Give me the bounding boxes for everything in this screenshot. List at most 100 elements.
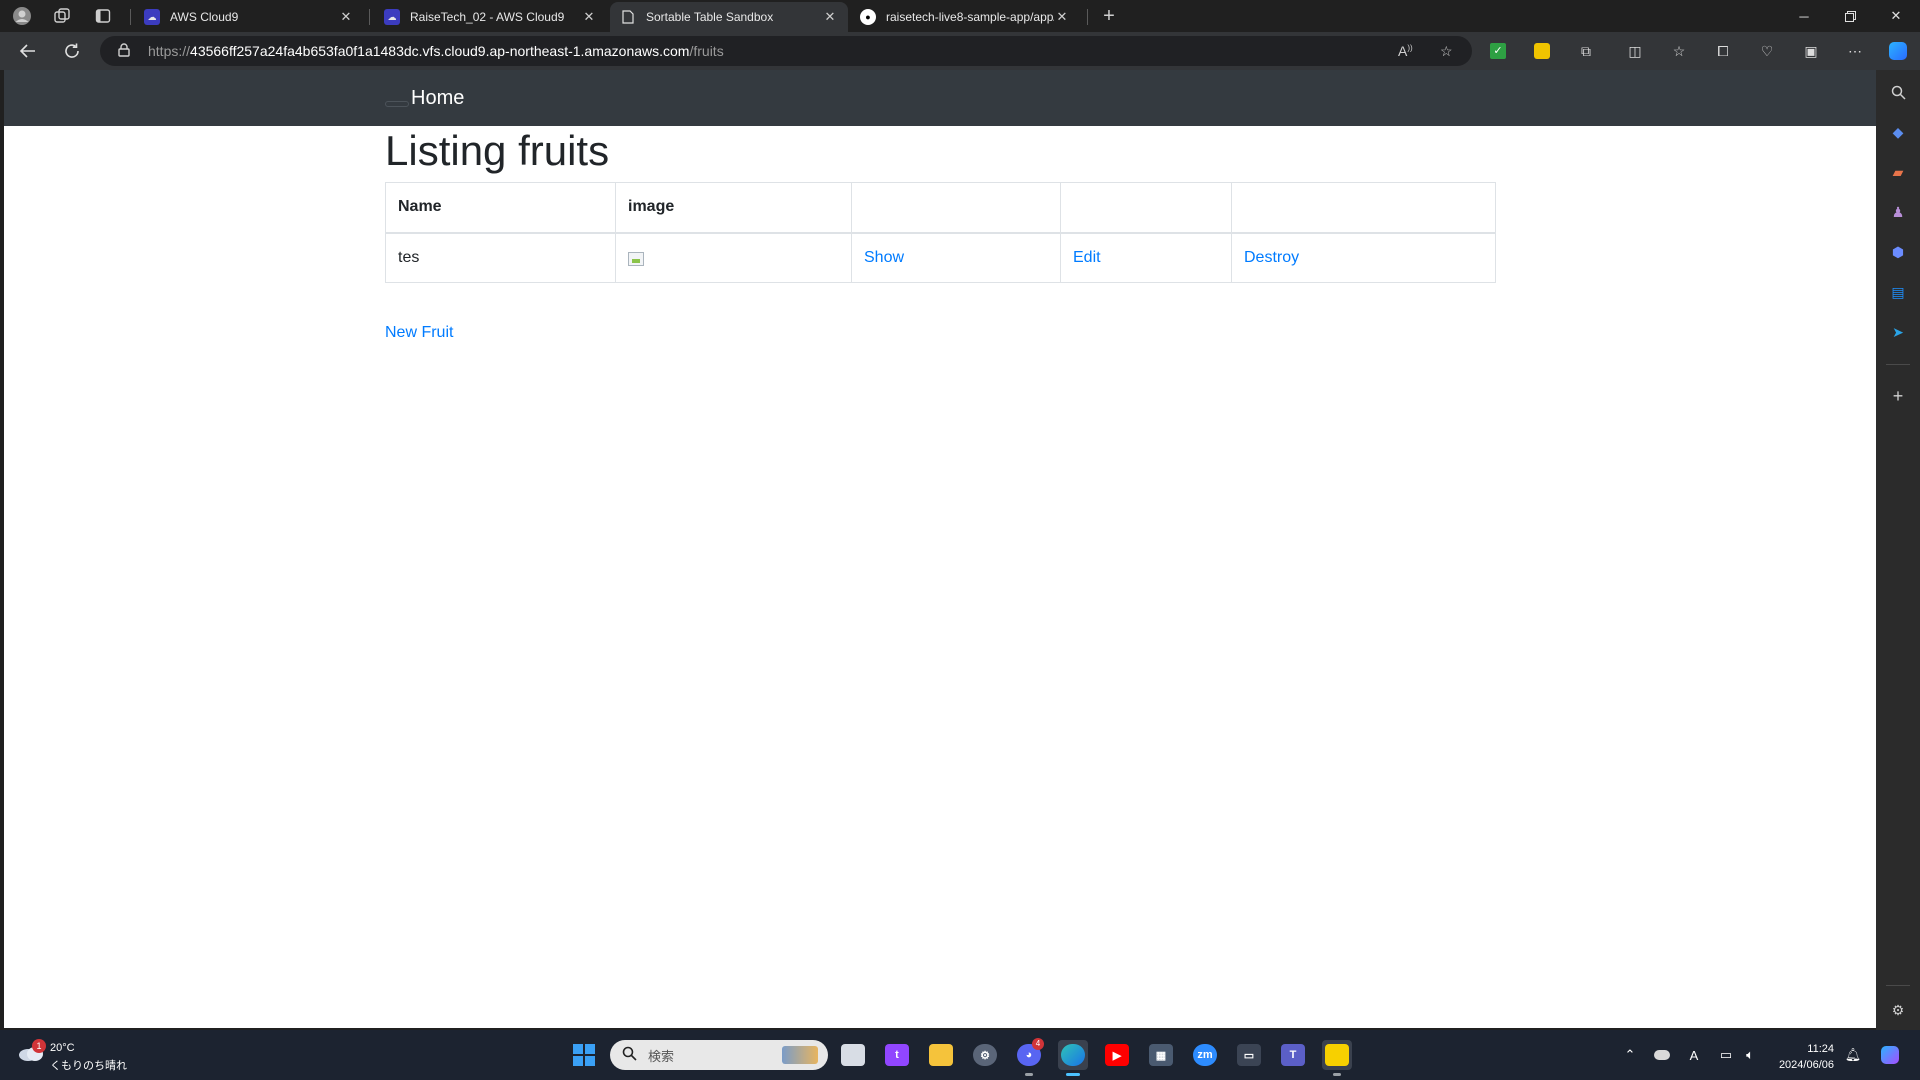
file-explorer-icon[interactable] — [926, 1040, 956, 1070]
games-icon[interactable]: ♟ — [1886, 200, 1910, 224]
new-tab-icon[interactable]: + — [1097, 4, 1121, 28]
sticky-notes-icon[interactable] — [1322, 1040, 1352, 1076]
minimize-icon[interactable]: ─ — [1781, 0, 1827, 32]
back-icon[interactable] — [16, 39, 40, 63]
favorite-star-icon[interactable]: ☆ — [1440, 43, 1453, 60]
volume-icon[interactable]: 🔈︎ — [1740, 1045, 1760, 1065]
close-window-icon[interactable]: ✕ — [1873, 0, 1919, 32]
microsoft-365-icon[interactable]: ⬢ — [1886, 240, 1910, 264]
table-row: tes Show Edit Destroy — [385, 232, 1496, 283]
twitch-icon[interactable]: t — [882, 1040, 912, 1070]
tab-sortable-table-sandbox[interactable]: Sortable Table Sandbox ✕ — [610, 2, 848, 32]
zoom-icon[interactable]: zm — [1190, 1040, 1220, 1070]
extensions-puzzle-icon[interactable]: ⧉ — [1574, 39, 1598, 63]
destroy-cell: Destroy — [1231, 232, 1496, 283]
split-screen-icon[interactable]: ◫ — [1623, 39, 1647, 63]
settings-more-icon[interactable]: ⋯ — [1843, 39, 1867, 63]
edge-sidebar: ◆ ▰ ♟ ⬢ ▤ ➤ + ⚙ — [1876, 70, 1920, 1030]
workspaces-icon[interactable] — [50, 4, 74, 28]
calculator-icon[interactable]: ▦ — [1146, 1040, 1176, 1070]
tab-github-raisetech[interactable]: ● raisetech-live8-sample-app/app/ ✕ — [850, 2, 1080, 32]
browser-tab-strip: ☁ AWS Cloud9 ✕ ☁ RaiseTech_02 - AWS Clou… — [0, 0, 1920, 32]
network-icon[interactable]: ▭ — [1716, 1045, 1736, 1065]
windows-start-icon[interactable] — [569, 1040, 599, 1070]
clock-time: 11:24 — [1807, 1043, 1834, 1055]
teams-icon[interactable]: T — [1278, 1040, 1308, 1070]
favorites-icon[interactable]: ☆ — [1667, 39, 1691, 63]
weather-temperature: 20°C — [50, 1042, 75, 1054]
active-indicator — [1066, 1073, 1080, 1076]
browser-toolbar: https://43566ff257a24fa4b653fa0f1a1483dc… — [0, 32, 1920, 70]
weather-description: くもりのち晴れ — [50, 1060, 127, 1072]
show-link[interactable]: Show — [864, 249, 904, 266]
search-icon — [622, 1046, 640, 1065]
copilot-taskbar-icon[interactable] — [1880, 1045, 1900, 1065]
keyboard-icon[interactable]: ▭ — [1234, 1040, 1264, 1070]
discord-icon[interactable]: ◕ 4 — [1014, 1038, 1044, 1076]
show-hidden-icons-chevron-icon[interactable]: ⌃ — [1620, 1045, 1640, 1065]
edge-icon[interactable] — [1058, 1040, 1088, 1076]
navbar-brand-home-link[interactable]: Home — [411, 87, 464, 110]
outlook-icon[interactable]: ▤ — [1886, 280, 1910, 304]
tab-close-icon[interactable]: ✕ — [822, 9, 838, 25]
destroy-link[interactable]: Destroy — [1244, 249, 1299, 266]
profile-icon[interactable] — [10, 4, 34, 28]
read-aloud-icon[interactable]: A)) — [1398, 43, 1413, 59]
vertical-tabs-icon[interactable] — [91, 4, 115, 28]
shopping-tag-icon[interactable]: ◆ — [1886, 120, 1910, 144]
onedrive-icon[interactable] — [1652, 1045, 1672, 1065]
url-path: /fruits — [689, 43, 724, 59]
collections-icon[interactable]: ⧠ — [1711, 39, 1735, 63]
tab-separator — [1087, 9, 1088, 25]
search-icon[interactable] — [1886, 80, 1910, 104]
tab-close-icon[interactable]: ✕ — [1054, 9, 1070, 25]
windows-taskbar: 1 20°C くもりのち晴れ 検索 t ⚙ ◕ 4 ▶ ▦ zm ▭ T ⌃ A… — [0, 1030, 1920, 1080]
clock-date: 2024/06/06 — [1778, 1059, 1834, 1071]
column-header-image: image — [615, 182, 852, 234]
search-placeholder: 検索 — [648, 1048, 675, 1064]
copilot-icon[interactable] — [1886, 39, 1910, 63]
table-header-row: Name image — [385, 182, 1496, 234]
sidebar-divider — [1886, 985, 1910, 986]
tab-label: Sortable Table Sandbox — [646, 10, 774, 24]
tab-close-icon[interactable]: ✕ — [338, 9, 354, 25]
address-bar[interactable]: https://43566ff257a24fa4b653fa0f1a1483dc… — [100, 36, 1472, 66]
running-indicator — [1333, 1073, 1341, 1076]
extension-checkmark-icon[interactable]: ✓ — [1486, 39, 1510, 63]
navbar-toggler[interactable] — [385, 101, 409, 107]
notification-bell-icon[interactable]: 🔔︎ — [1843, 1045, 1863, 1065]
edit-link[interactable]: Edit — [1073, 249, 1101, 266]
drop-send-icon[interactable]: ➤ — [1886, 320, 1910, 344]
lock-icon[interactable] — [118, 42, 132, 60]
tab-label: raisetech-live8-sample-app/app/ — [886, 10, 1054, 24]
sidebar-settings-gear-icon[interactable]: ⚙ — [1886, 998, 1910, 1022]
column-header-empty — [1231, 182, 1496, 234]
url-text[interactable]: https://43566ff257a24fa4b653fa0f1a1483dc… — [148, 43, 724, 59]
ime-mode-icon[interactable]: A — [1684, 1045, 1704, 1065]
navbar: Home — [4, 70, 1876, 126]
youtube-icon[interactable]: ▶ — [1102, 1040, 1132, 1070]
tab-aws-cloud9[interactable]: ☁ AWS Cloud9 ✕ — [134, 2, 364, 32]
extension-yellow-icon[interactable] — [1530, 39, 1554, 63]
edit-cell: Edit — [1060, 232, 1232, 283]
tab-close-icon[interactable]: ✕ — [581, 9, 597, 25]
taskbar-search-box[interactable]: 検索 — [610, 1040, 828, 1070]
url-host: 43566ff257a24fa4b653fa0f1a1483dc.vfs.clo… — [190, 43, 690, 59]
url-scheme: https:// — [148, 43, 191, 59]
browser-essentials-icon[interactable]: ♡ — [1755, 39, 1779, 63]
fruits-table: Name image tes Show Edit Destroy — [385, 182, 1496, 283]
weather-alert-badge: 1 — [32, 1039, 46, 1053]
edge-bar-icon[interactable]: ▣ — [1799, 39, 1823, 63]
new-fruit-link[interactable]: New Fruit — [385, 324, 453, 342]
add-sidebar-app-icon[interactable]: + — [1886, 384, 1910, 408]
tab-raisetech-cloud9[interactable]: ☁ RaiseTech_02 - AWS Cloud9 ✕ — [374, 2, 607, 32]
cloud9-favicon-icon: ☁ — [384, 9, 400, 25]
task-view-icon[interactable] — [838, 1040, 868, 1070]
settings-gear-icon[interactable]: ⚙ — [970, 1040, 1000, 1070]
column-header-empty — [1060, 182, 1232, 234]
discord-notification-badge: 4 — [1032, 1038, 1044, 1050]
taskbar-clock[interactable]: 11:24 2024/06/06 — [1772, 1041, 1834, 1073]
restore-icon[interactable] — [1827, 0, 1873, 32]
tools-briefcase-icon[interactable]: ▰ — [1886, 160, 1910, 184]
refresh-icon[interactable] — [60, 39, 84, 63]
